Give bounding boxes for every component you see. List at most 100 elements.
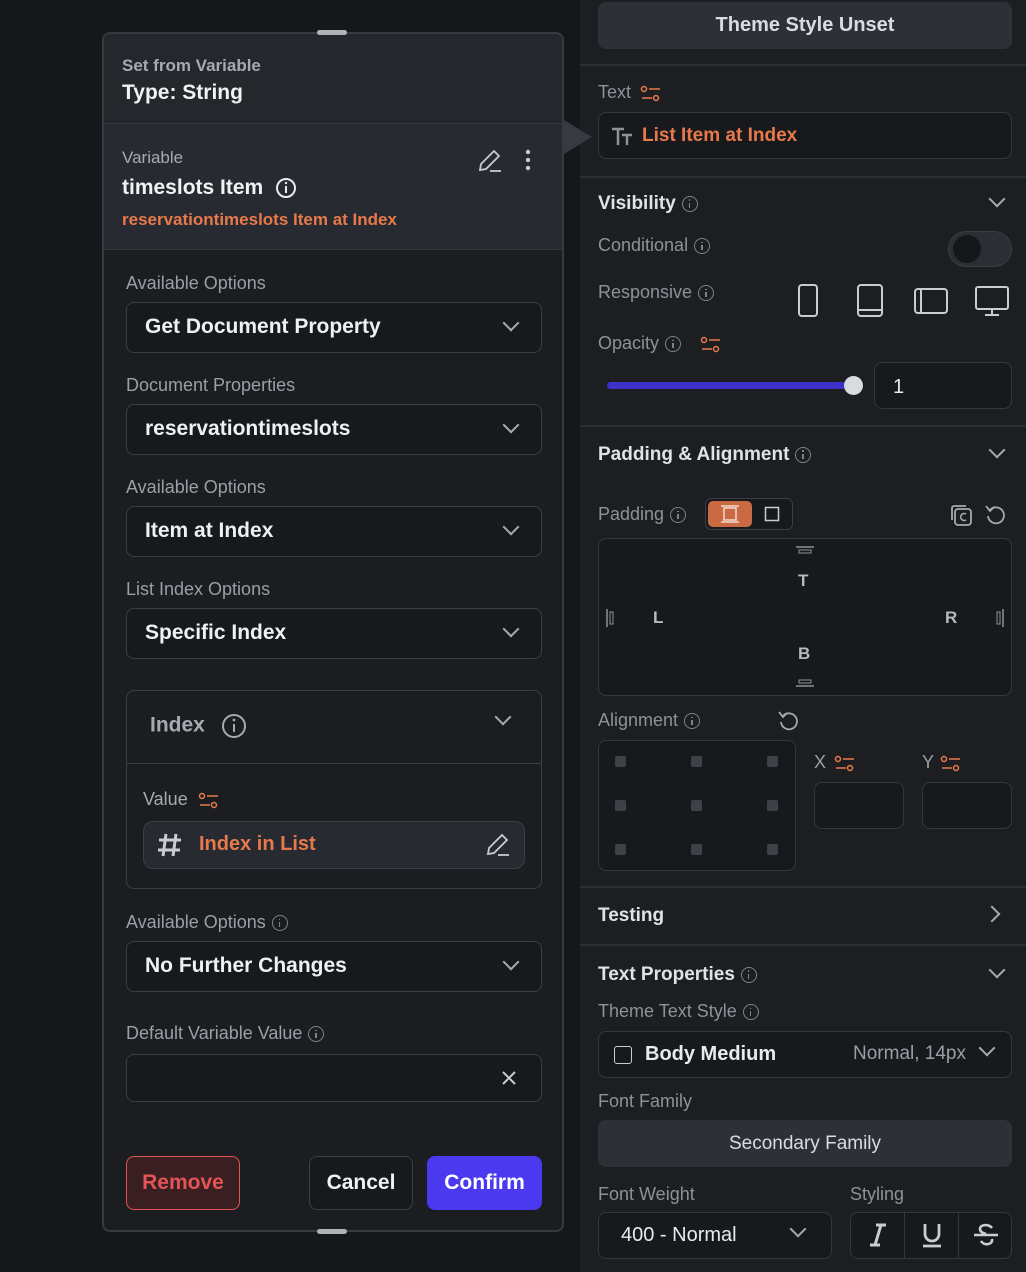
select-value: Item at Index bbox=[145, 519, 274, 542]
value-label: Value bbox=[143, 789, 188, 809]
index-header[interactable]: Index bbox=[127, 691, 541, 764]
info-icon[interactable] bbox=[221, 713, 247, 739]
reset-icon[interactable] bbox=[777, 709, 801, 733]
variable-settings-icon[interactable] bbox=[940, 754, 962, 774]
opacity-slider-fill bbox=[607, 382, 853, 389]
edit-icon[interactable] bbox=[477, 148, 503, 174]
divider bbox=[580, 886, 1026, 888]
select-value: No Further Changes bbox=[145, 954, 347, 977]
divider bbox=[580, 425, 1026, 427]
font-weight-select[interactable]: 400 - Normal bbox=[598, 1212, 832, 1259]
alignment-dot[interactable] bbox=[615, 756, 626, 767]
tablet-landscape-icon[interactable] bbox=[913, 287, 949, 315]
padding-right[interactable]: R bbox=[945, 608, 957, 628]
padding-top[interactable]: T bbox=[798, 571, 808, 591]
alignment-dot[interactable] bbox=[691, 800, 702, 811]
field-label: Available Options bbox=[126, 912, 288, 933]
opacity-slider-handle[interactable] bbox=[844, 376, 863, 395]
edit-icon[interactable] bbox=[485, 832, 511, 858]
conditional-toggle[interactable] bbox=[948, 231, 1012, 267]
index-value-field[interactable]: Index in List bbox=[143, 821, 525, 869]
list-index-options-select[interactable]: Specific Index bbox=[126, 608, 542, 659]
remove-button[interactable]: Remove bbox=[126, 1156, 240, 1210]
strikethrough-button[interactable] bbox=[959, 1213, 1011, 1258]
divider bbox=[580, 944, 1026, 946]
alignment-x-input[interactable] bbox=[814, 782, 904, 829]
info-icon bbox=[795, 446, 812, 463]
alignment-dot[interactable] bbox=[615, 800, 626, 811]
alignment-dot[interactable] bbox=[691, 756, 702, 767]
properties-panel: Theme Style Unset Text List Item at Inde… bbox=[580, 0, 1026, 1272]
padding-bottom-handle-icon[interactable] bbox=[795, 679, 815, 689]
padding-editor[interactable]: T L R B bbox=[598, 538, 1012, 696]
padding-top-handle-icon[interactable] bbox=[795, 545, 815, 555]
copy-icon[interactable] bbox=[949, 503, 973, 527]
responsive-label: Responsive bbox=[598, 282, 715, 303]
resize-handle-top[interactable] bbox=[317, 30, 347, 35]
styling-label: Styling bbox=[850, 1184, 905, 1204]
phone-icon[interactable] bbox=[797, 283, 819, 319]
variable-settings-icon[interactable] bbox=[640, 84, 662, 104]
padding-left[interactable]: L bbox=[653, 608, 663, 628]
divider bbox=[580, 176, 1026, 178]
padding-left-handle-icon[interactable] bbox=[605, 608, 615, 628]
chevron-down-icon[interactable] bbox=[988, 441, 1006, 459]
further-changes-select[interactable]: No Further Changes bbox=[126, 941, 542, 992]
tablet-icon[interactable] bbox=[856, 283, 884, 319]
more-vertical-icon[interactable] bbox=[523, 148, 533, 172]
available-options-select[interactable]: Get Document Property bbox=[126, 302, 542, 353]
alignment-dot[interactable] bbox=[767, 800, 778, 811]
underline-button[interactable] bbox=[905, 1213, 959, 1258]
testing-title[interactable]: Testing bbox=[598, 905, 664, 927]
clear-icon[interactable] bbox=[501, 1070, 517, 1086]
info-icon[interactable] bbox=[275, 177, 297, 199]
padding-all-sides-option[interactable] bbox=[708, 501, 752, 527]
theme-text-style-select[interactable]: Body Medium Normal, 14px bbox=[598, 1031, 1012, 1078]
info-icon bbox=[670, 507, 687, 524]
italic-button[interactable] bbox=[851, 1213, 905, 1258]
variable-settings-icon[interactable] bbox=[834, 754, 856, 774]
alignment-dot[interactable] bbox=[691, 844, 702, 855]
chevron-down-icon[interactable] bbox=[988, 961, 1006, 979]
variable-path: reservationtimeslots Item at Index bbox=[122, 210, 397, 229]
resize-handle-bottom[interactable] bbox=[317, 1229, 347, 1234]
font-family-button[interactable]: Secondary Family bbox=[598, 1120, 1012, 1167]
opacity-input[interactable]: 1 bbox=[874, 362, 1012, 409]
alignment-dot[interactable] bbox=[767, 756, 778, 767]
alignment-dot[interactable] bbox=[615, 844, 626, 855]
text-style-name: Body Medium bbox=[645, 1043, 777, 1065]
alignment-grid[interactable] bbox=[598, 740, 796, 871]
padding-uniform-icon[interactable] bbox=[764, 506, 780, 522]
text-type-icon bbox=[612, 127, 632, 145]
document-properties-select[interactable]: reservationtimeslots bbox=[126, 404, 542, 455]
available-options-select-2[interactable]: Item at Index bbox=[126, 506, 542, 557]
default-value-input[interactable] bbox=[126, 1054, 542, 1102]
info-icon bbox=[742, 1004, 759, 1021]
alignment-y-input[interactable] bbox=[922, 782, 1012, 829]
cancel-button[interactable]: Cancel bbox=[309, 1156, 413, 1210]
padding-mode-toggle[interactable] bbox=[705, 498, 793, 530]
desktop-icon[interactable] bbox=[974, 285, 1010, 317]
padding-right-handle-icon[interactable] bbox=[995, 608, 1005, 628]
info-icon bbox=[698, 285, 715, 302]
variable-settings-icon[interactable] bbox=[198, 791, 220, 811]
alignment-dot[interactable] bbox=[767, 844, 778, 855]
theme-style-button[interactable]: Theme Style Unset bbox=[598, 2, 1012, 49]
opacity-label: Opacity bbox=[598, 333, 682, 354]
chevron-down-icon[interactable] bbox=[988, 190, 1006, 208]
padding-bottom[interactable]: B bbox=[798, 644, 810, 664]
opacity-slider-track[interactable] bbox=[607, 382, 853, 389]
text-value-field[interactable]: List Item at Index bbox=[598, 112, 1012, 159]
chevron-down-icon bbox=[502, 314, 520, 332]
strikethrough-icon bbox=[974, 1223, 998, 1246]
reset-icon[interactable] bbox=[984, 503, 1008, 527]
field-label: Available Options bbox=[126, 477, 266, 497]
theme-text-style-label: Theme Text Style bbox=[598, 1001, 759, 1022]
opacity-value: 1 bbox=[893, 376, 905, 398]
info-icon bbox=[694, 238, 711, 255]
confirm-button[interactable]: Confirm bbox=[427, 1156, 542, 1210]
chevron-right-icon[interactable] bbox=[983, 905, 1001, 923]
variable-settings-icon[interactable] bbox=[700, 335, 722, 355]
text-value: List Item at Index bbox=[642, 125, 798, 146]
checkbox[interactable] bbox=[614, 1046, 632, 1064]
